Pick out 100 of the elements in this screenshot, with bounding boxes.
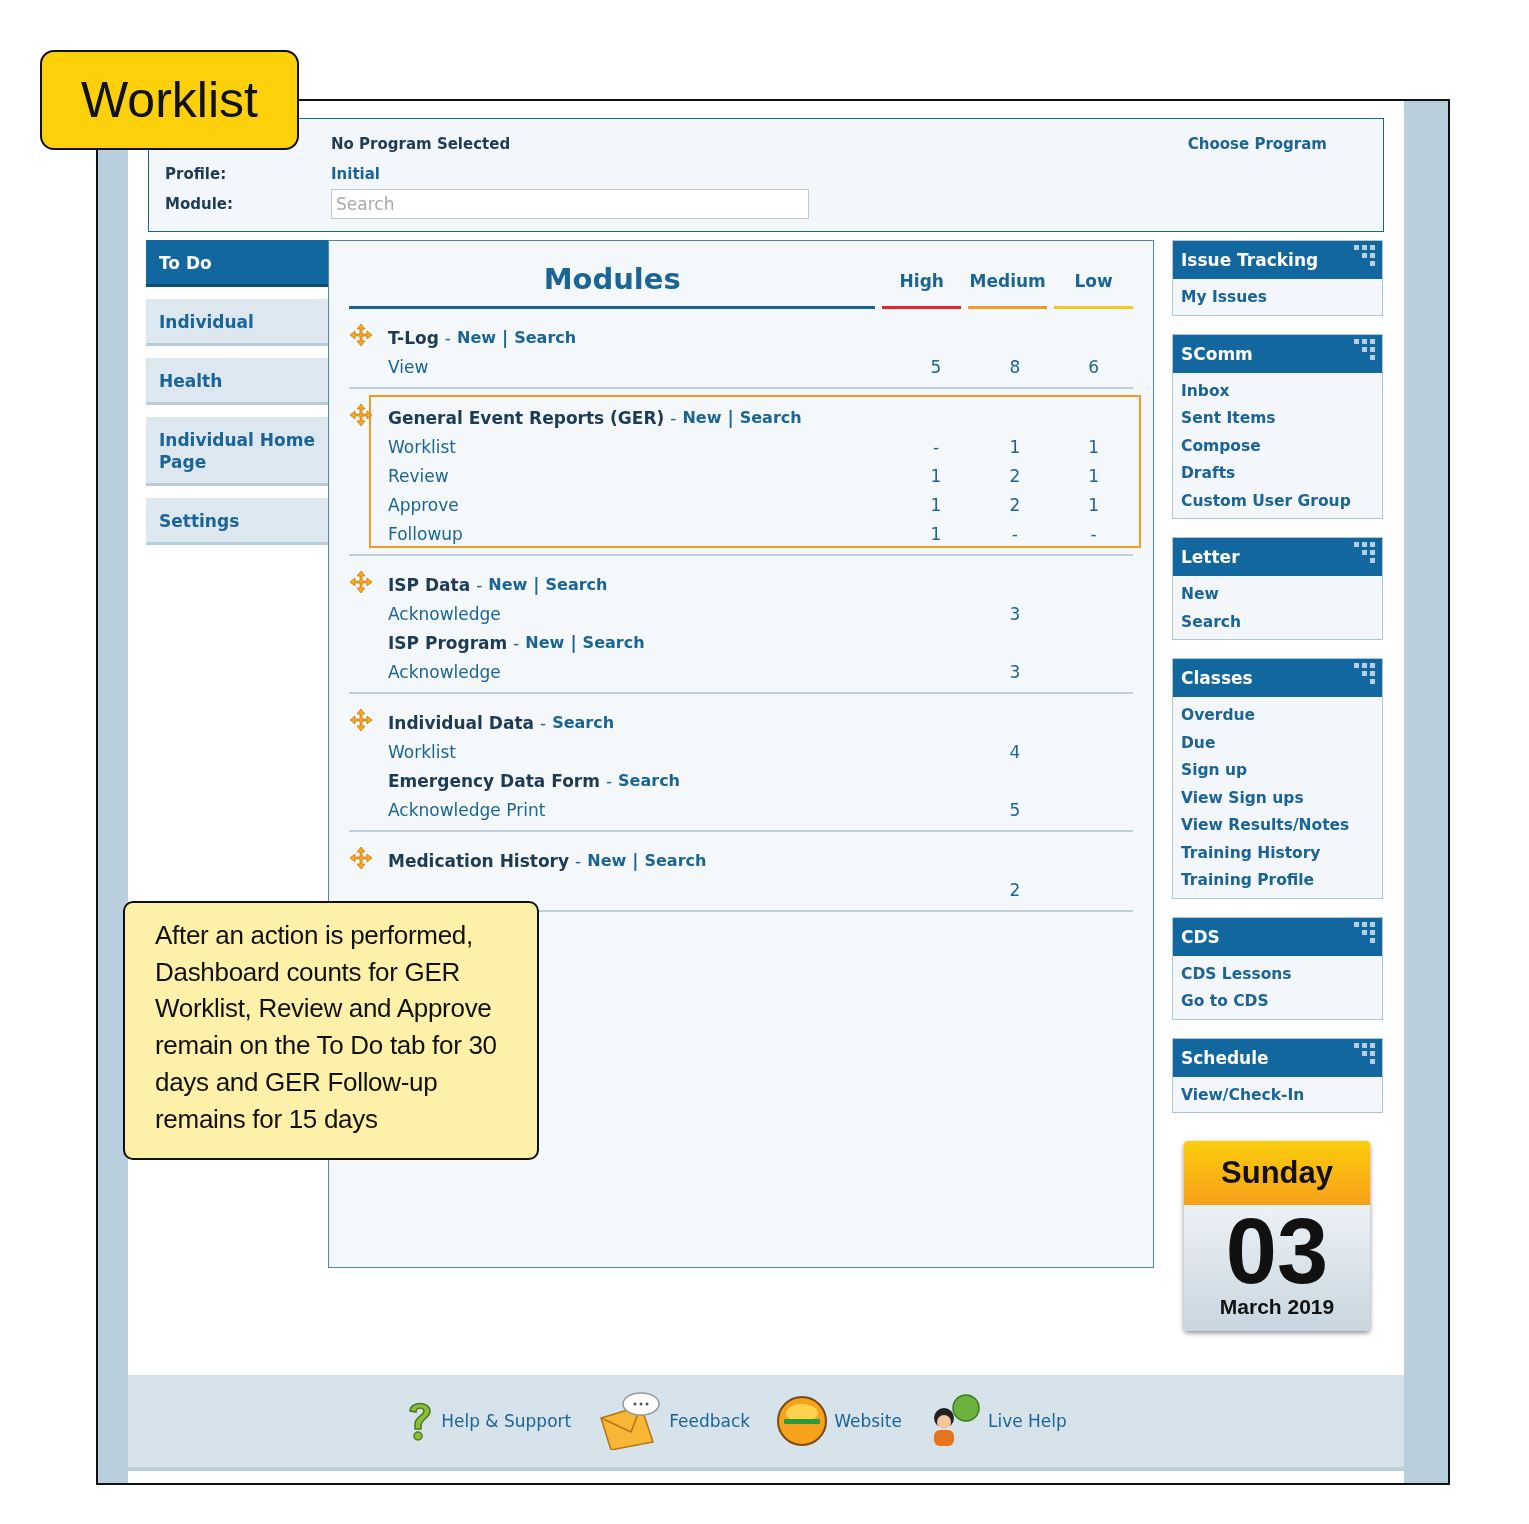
separator: -: [444, 327, 451, 348]
separator: -: [476, 574, 483, 595]
grid-dots-icon[interactable]: [1354, 542, 1376, 564]
nav-tab[interactable]: Settings: [146, 498, 328, 545]
module-title: Individual Data: [388, 712, 534, 733]
panel-link[interactable]: Training Profile: [1181, 871, 1315, 889]
panel-link[interactable]: Overdue: [1181, 706, 1256, 724]
panel-link[interactable]: CDS Lessons: [1181, 964, 1292, 983]
choose-program-link[interactable]: Choose Program: [1187, 135, 1327, 153]
panel-link[interactable]: Sent Items: [1181, 409, 1276, 427]
module-link[interactable]: New: [587, 851, 627, 870]
panel-link[interactable]: Go to CDS: [1181, 992, 1269, 1010]
move-icon[interactable]: [349, 846, 373, 870]
panel-title: SComm: [1181, 343, 1253, 364]
count-value[interactable]: 2: [1009, 494, 1021, 515]
panel-link[interactable]: View/Check-In: [1181, 1085, 1305, 1104]
count-value[interactable]: 6: [1088, 356, 1099, 377]
footer-link[interactable]: Website: [834, 1411, 902, 1431]
nav-tab[interactable]: Individual: [146, 299, 328, 346]
count-value[interactable]: -: [932, 436, 940, 457]
separator: -: [513, 632, 520, 653]
count-value[interactable]: 1: [930, 465, 942, 486]
grid-dots-icon[interactable]: [1354, 338, 1376, 361]
panel-link[interactable]: New: [1181, 585, 1219, 603]
module-link[interactable]: New: [682, 408, 722, 427]
panel-link[interactable]: View Sign ups: [1181, 788, 1304, 807]
footer-link[interactable]: Help & Support: [441, 1411, 572, 1431]
module-title: ISP Program: [388, 632, 508, 653]
count-value[interactable]: 1: [1088, 465, 1099, 486]
calendar-weekday: Sunday: [1184, 1141, 1370, 1205]
panel-link[interactable]: My Issues: [1181, 288, 1267, 306]
module-link[interactable]: Search: [545, 575, 608, 594]
panel-link[interactable]: Search: [1181, 612, 1241, 631]
count-value[interactable]: 1: [1088, 436, 1099, 457]
panel-link[interactable]: Sign up: [1181, 761, 1248, 779]
priority-header: Medium: [968, 271, 1048, 309]
round-logo-icon[interactable]: [776, 1395, 829, 1447]
panel-link[interactable]: View Results/Notes: [1181, 816, 1350, 834]
module-link[interactable]: Search: [618, 771, 680, 790]
count-value[interactable]: 3: [1009, 603, 1021, 624]
module-title: Emergency Data Form: [388, 770, 600, 791]
worklist-link[interactable]: Worklist: [388, 741, 457, 762]
callout-note: After an action is performed, Dashboard counts for GER Worklist, Review and Approve remain on the To Do tab for 30 days and GER Follow-up remains for 15 days: [123, 901, 539, 1160]
module-link[interactable]: Search: [552, 713, 615, 732]
grid-dots-icon[interactable]: [1354, 245, 1376, 267]
count-value[interactable]: -: [1090, 523, 1097, 544]
count-value[interactable]: 1: [930, 523, 942, 544]
worklist-link[interactable]: Worklist: [388, 436, 457, 457]
move-icon[interactable]: [349, 570, 373, 594]
count-value[interactable]: 3: [1009, 661, 1021, 682]
search-field[interactable]: Search: [331, 189, 809, 219]
separator: |: [632, 850, 639, 871]
worklist-link[interactable]: View: [388, 356, 429, 377]
grid-dots-icon[interactable]: [1354, 663, 1376, 685]
move-icon[interactable]: [349, 403, 373, 427]
panel-link[interactable]: Compose: [1181, 436, 1261, 455]
module-link[interactable]: New: [457, 328, 496, 347]
move-icon[interactable]: [349, 323, 373, 347]
panel-link[interactable]: Training History: [1181, 843, 1321, 862]
module-link[interactable]: Search: [582, 633, 645, 652]
count-value[interactable]: 4: [1009, 741, 1021, 762]
count-value[interactable]: 2: [1009, 879, 1021, 900]
module-link[interactable]: New: [525, 633, 565, 652]
panel-link[interactable]: Custom User Group: [1181, 491, 1351, 510]
nav-tab[interactable]: Health: [146, 358, 328, 405]
panel-link[interactable]: Inbox: [1181, 381, 1230, 400]
module-label: Module:: [165, 195, 234, 213]
panel-link[interactable]: Due: [1181, 733, 1216, 752]
count-value[interactable]: 5: [930, 356, 942, 377]
worklist-link[interactable]: Followup: [388, 523, 463, 544]
count-value[interactable]: 5: [1009, 799, 1021, 820]
profile-value[interactable]: Initial: [331, 165, 380, 183]
count-value[interactable]: 1: [1088, 494, 1099, 515]
nav-tab[interactable]: Individual Home Page: [146, 417, 328, 486]
count-value[interactable]: 2: [1009, 465, 1021, 486]
module-title: ISP Data: [388, 574, 471, 595]
grid-dots-icon[interactable]: [1354, 1042, 1376, 1065]
calendar-day: 03: [1225, 1207, 1329, 1295]
count-value[interactable]: 8: [1009, 356, 1021, 377]
count-value[interactable]: 1: [1009, 436, 1021, 457]
panel-title: Issue Tracking: [1181, 250, 1319, 270]
footer-link[interactable]: Live Help: [987, 1411, 1067, 1431]
footer-link[interactable]: Feedback: [669, 1411, 751, 1431]
count-value[interactable]: 1: [930, 494, 942, 515]
module-title: T-Log: [388, 327, 439, 348]
panel-link[interactable]: Drafts: [1181, 464, 1236, 482]
module-link[interactable]: Search: [644, 851, 707, 870]
worklist-link[interactable]: Acknowledge: [388, 603, 501, 624]
module-link[interactable]: Search: [514, 328, 577, 347]
grid-dots-icon[interactable]: [1354, 921, 1376, 944]
module-link[interactable]: Search: [739, 408, 802, 427]
callout-tag: Worklist: [40, 50, 299, 150]
worklist-link[interactable]: Approve: [388, 494, 459, 515]
count-value[interactable]: -: [1011, 523, 1018, 544]
worklist-link[interactable]: Review: [388, 465, 449, 486]
nav-tab[interactable]: To Do: [146, 240, 328, 287]
move-icon[interactable]: [349, 708, 373, 732]
worklist-link[interactable]: Acknowledge Print: [388, 799, 546, 820]
module-link[interactable]: New: [488, 575, 528, 594]
worklist-link[interactable]: Acknowledge: [388, 661, 501, 682]
